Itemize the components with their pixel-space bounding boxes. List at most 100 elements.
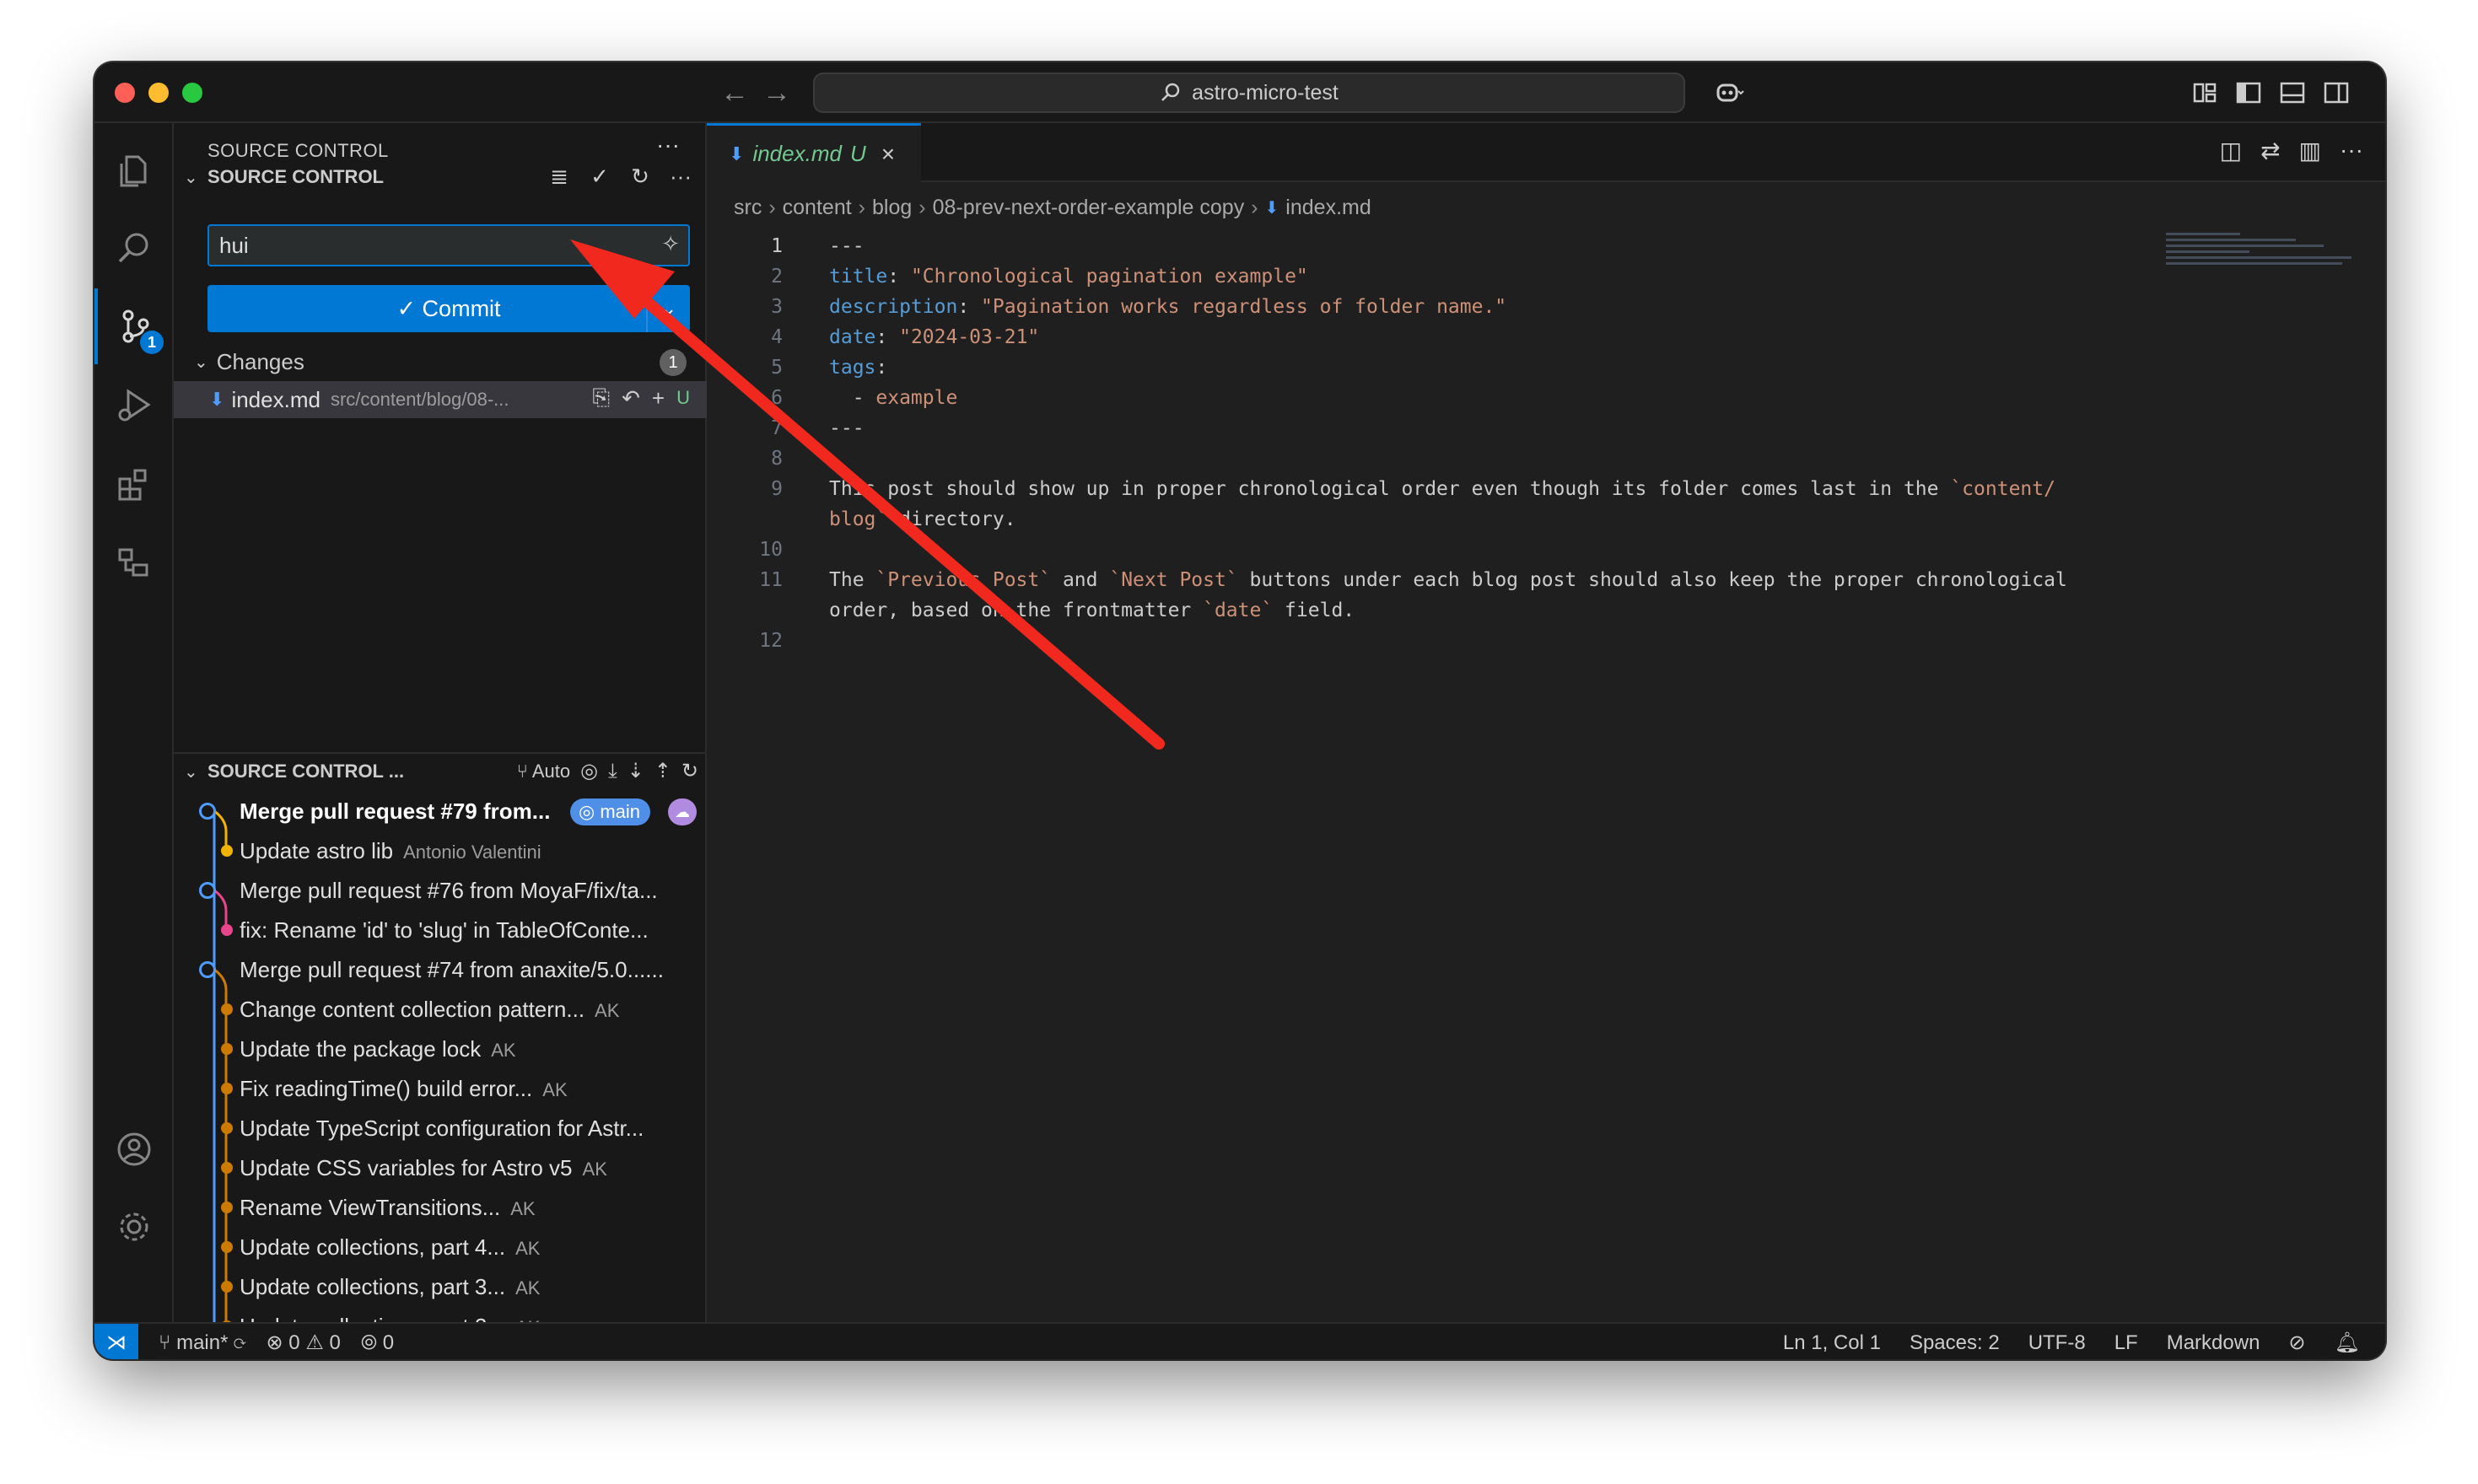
toggle-primary-sidebar-icon[interactable] xyxy=(2233,78,2264,108)
commit-button[interactable]: ✓ Commit ⌄ xyxy=(207,285,690,332)
pull-icon[interactable]: ⇣ xyxy=(628,759,644,783)
source-control-button[interactable]: 1 xyxy=(94,288,174,364)
open-changes-icon[interactable]: ⇄ xyxy=(2260,137,2280,164)
line-number: 3 xyxy=(771,296,783,318)
manage-button[interactable] xyxy=(94,1189,174,1265)
branch-status[interactable]: ⑂ main* ⟳ xyxy=(159,1331,246,1355)
search-icon xyxy=(1161,83,1180,101)
tab-index-md[interactable]: ⬇ index.md U × xyxy=(707,123,921,182)
code-line: The `Previous Post` and `Next Post` butt… xyxy=(829,565,2067,595)
encoding[interactable]: UTF-8 xyxy=(2028,1331,2086,1355)
back-arrow-icon[interactable]: ← xyxy=(720,74,749,111)
branch-pill[interactable]: ◎ main xyxy=(570,798,650,825)
stage-changes-icon[interactable]: + xyxy=(652,385,665,411)
customize-layout-icon[interactable] xyxy=(2190,78,2220,108)
indentation[interactable]: Spaces: 2 xyxy=(1910,1331,2000,1355)
commit-row[interactable]: Update the package lock AK xyxy=(174,1030,707,1067)
push-icon[interactable]: ⇡ xyxy=(655,759,671,783)
commit-row[interactable]: Rename ViewTransitions... AK xyxy=(174,1189,707,1226)
scm-section-header[interactable]: ⌄ SOURCE CONTROL ≣ ✓ ↻ ··· xyxy=(174,160,707,194)
more-actions-icon[interactable]: ··· xyxy=(665,164,697,190)
commit-message-input[interactable]: hui ✧ xyxy=(207,224,690,266)
copilot-icon[interactable] xyxy=(1714,78,1744,108)
frontmatter-delimiter: --- xyxy=(829,417,865,439)
branch-auto-selector[interactable]: ⑂ Auto xyxy=(517,761,570,782)
fetch-icon[interactable]: ⤓ xyxy=(608,760,617,783)
commit-row[interactable]: Update TypeScript configuration for Astr… xyxy=(174,1110,707,1147)
minimap[interactable] xyxy=(2166,233,2351,283)
commit-row[interactable]: Merge pull request #79 from... ◎ main ☁ xyxy=(174,793,707,830)
yaml-value: example xyxy=(875,387,958,409)
ports-status[interactable]: ⦾ 0 xyxy=(361,1331,394,1355)
commit-row[interactable]: Update CSS variables for Astro v5 AK xyxy=(174,1149,707,1186)
view-as-list-icon[interactable]: ≣ xyxy=(543,164,575,190)
maximize-window-button[interactable] xyxy=(182,83,202,103)
remote-explorer-icon xyxy=(118,548,148,577)
commit-row[interactable]: Fix readingTime() build error... AK xyxy=(174,1070,707,1107)
changes-group-header[interactable]: ⌄ Changes 1 xyxy=(174,344,707,379)
discard-changes-icon[interactable]: ↶ xyxy=(622,385,640,411)
yaml-key: tags xyxy=(829,357,876,379)
refresh-icon[interactable]: ↻ xyxy=(624,164,656,190)
explorer-button[interactable] xyxy=(94,133,174,209)
command-center-search[interactable]: astro-micro-test xyxy=(813,73,1685,113)
go-to-current-icon[interactable]: ◎ xyxy=(580,759,598,783)
commit-author: AK xyxy=(515,1277,541,1298)
close-icon[interactable]: × xyxy=(881,141,895,168)
sidebar-title: SOURCE CONTROL xyxy=(207,140,389,161)
generate-message-sparkle-icon[interactable]: ✧ xyxy=(661,231,680,257)
error-icon: ⊗ xyxy=(266,1331,283,1354)
commit-row[interactable]: Change content collection pattern... AK xyxy=(174,991,707,1028)
commit-title: Update collections, part 3... xyxy=(240,1273,506,1299)
breadcrumb-item[interactable]: 08-prev-next-order-example copy xyxy=(933,196,1245,220)
toggle-panel-icon[interactable] xyxy=(2277,78,2308,108)
commit-row[interactable]: fix: Rename 'id' to 'slug' in TableOfCon… xyxy=(174,911,707,949)
minimize-window-button[interactable] xyxy=(148,83,169,103)
yaml-key: title xyxy=(829,266,888,288)
breadcrumb-item[interactable]: index.md xyxy=(1285,196,1371,220)
remote-explorer-button[interactable] xyxy=(94,524,174,600)
commit-row[interactable]: Merge pull request #76 from MoyaF/fix/ta… xyxy=(174,872,707,909)
scm-graph-header[interactable]: ⌄ SOURCE CONTROL ... ⑂ Auto ◎ ⤓ ⇣ ⇡ ↻ xyxy=(174,752,707,789)
open-file-icon[interactable]: ⎘ xyxy=(592,384,610,411)
open-preview-icon[interactable]: ◫ xyxy=(2220,137,2242,164)
commit-author: AK xyxy=(515,1237,541,1259)
end-of-line[interactable]: LF xyxy=(2114,1331,2138,1355)
commit-check-icon[interactable]: ✓ xyxy=(584,164,616,190)
remote-indicator-icon[interactable]: ⋊ xyxy=(94,1324,138,1359)
accounts-button[interactable] xyxy=(94,1111,174,1187)
tab-untracked-status: U xyxy=(849,141,866,166)
forward-arrow-icon[interactable]: → xyxy=(762,74,791,111)
run-debug-button[interactable] xyxy=(94,368,174,444)
commit-row[interactable]: Update collections, part 3... AK xyxy=(174,1268,707,1305)
commit-title: Update TypeScript configuration for Astr… xyxy=(240,1115,644,1141)
scm-graph-label: SOURCE CONTROL ... xyxy=(207,761,405,782)
close-window-button[interactable] xyxy=(115,83,135,103)
extensions-button[interactable] xyxy=(94,447,174,523)
line-number: 11 xyxy=(759,569,783,591)
toggle-secondary-sidebar-icon[interactable] xyxy=(2321,78,2351,108)
split-editor-icon[interactable]: ▥ xyxy=(2299,137,2321,164)
commit-row[interactable]: Update collections, part 4... AK xyxy=(174,1229,707,1266)
cursor-position[interactable]: Ln 1, Col 1 xyxy=(1783,1331,1881,1355)
commit-row[interactable]: Update astro lib Antonio Valentini xyxy=(174,832,707,869)
commit-author: AK xyxy=(491,1039,516,1061)
code-line: description: "Pagination works regardles… xyxy=(829,296,1507,318)
breadcrumb-item[interactable]: content xyxy=(783,196,852,220)
commit-node xyxy=(221,1083,233,1094)
warning-count: 0 xyxy=(329,1331,341,1354)
commit-title: Rename ViewTransitions... xyxy=(240,1194,501,1220)
search-view-button[interactable] xyxy=(94,211,174,287)
copilot-status-icon[interactable]: ⊘ xyxy=(2288,1331,2305,1355)
notifications-bell-icon[interactable]: 🔔︎ xyxy=(2335,1331,2360,1355)
refresh-icon[interactable]: ↻ xyxy=(681,759,698,783)
commit-dropdown-chevron-icon[interactable]: ⌄ xyxy=(646,285,690,332)
more-actions-icon[interactable]: ··· xyxy=(2340,137,2363,164)
language-mode[interactable]: Markdown xyxy=(2167,1331,2260,1355)
breadcrumb-item[interactable]: src xyxy=(734,196,762,220)
commit-row[interactable]: Merge pull request #74 from anaxite/5.0.… xyxy=(174,951,707,988)
breadcrumb-item[interactable]: blog xyxy=(872,196,912,220)
more-actions-icon[interactable]: ··· xyxy=(656,132,680,159)
problems-status[interactable]: ⊗ 0 ⚠ 0 xyxy=(267,1331,341,1355)
changed-file-row[interactable]: ⬇ index.md src/content/blog/08-... ⎘ ↶ +… xyxy=(174,381,707,418)
